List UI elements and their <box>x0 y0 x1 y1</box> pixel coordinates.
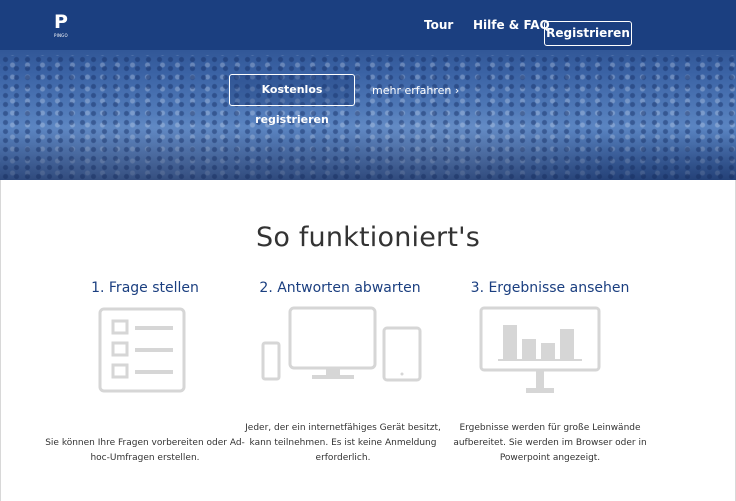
free-register-button[interactable]: Kostenlos registrieren <box>229 74 355 126</box>
step-2-title: 2. Antworten abwarten <box>259 280 421 296</box>
nav-tour-link[interactable]: Tour <box>424 18 453 32</box>
logo-letter: P <box>54 11 68 33</box>
question-list-icon <box>98 307 186 393</box>
results-chart-icon <box>479 306 601 393</box>
step-3-description: Ergebnisse werden für große Leinwände au… <box>453 423 647 463</box>
top-navbar: P PINGO Tour Hilfe & FAQ Registrieren <box>0 0 736 50</box>
step-3-title: 3. Ergebnisse ansehen <box>470 280 630 296</box>
register-button[interactable]: Registrieren <box>544 21 632 46</box>
hero-banner: P PINGO Tour Hilfe & FAQ Registrieren Ko… <box>0 0 736 180</box>
devices-icon <box>261 306 422 382</box>
logo-subtext: PINGO <box>54 33 68 38</box>
nav-help-faq-link[interactable]: Hilfe & FAQ <box>473 18 550 32</box>
pingo-logo[interactable]: P PINGO <box>54 12 70 38</box>
learn-more-link[interactable]: mehr erfahren › <box>372 84 459 97</box>
step-1-title: 1. Frage stellen <box>91 280 199 296</box>
step-2-description: Jeder, der ein internetfähiges Gerät bes… <box>245 423 441 463</box>
step-1-description: Sie können Ihre Fragen vorbereiten oder … <box>45 438 245 463</box>
hero-shade <box>0 130 736 180</box>
page-title: So funktioniert's <box>255 222 480 253</box>
